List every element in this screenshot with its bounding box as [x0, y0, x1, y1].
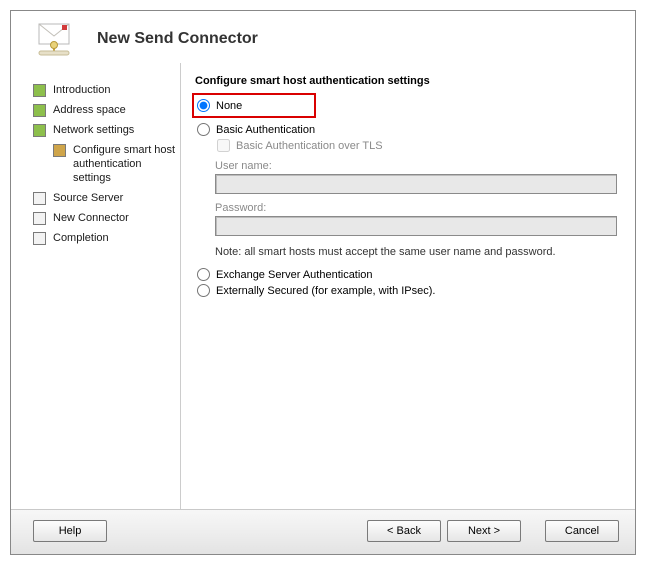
- checkbox-basic-tls: Basic Authentication over TLS: [215, 139, 617, 152]
- username-label: User name:: [215, 160, 617, 172]
- sidebar-item-address-space[interactable]: Address space: [33, 103, 176, 117]
- radio-label: Exchange Server Authentication: [216, 269, 373, 281]
- sidebar-item-label: New Connector: [53, 211, 129, 225]
- page-title: New Send Connector: [97, 30, 258, 48]
- sidebar-item-network-settings[interactable]: Network settings: [33, 123, 176, 137]
- checkbox-label: Basic Authentication over TLS: [236, 140, 383, 152]
- checkbox-basic-tls-input: [217, 139, 230, 152]
- username-field: [215, 174, 617, 194]
- step-pending-icon: [33, 212, 46, 225]
- step-pending-icon: [33, 232, 46, 245]
- sidebar-item-label: Configure smart host authentication sett…: [73, 143, 176, 185]
- sidebar-item-new-connector[interactable]: New Connector: [33, 211, 176, 225]
- radio-label: Basic Authentication: [216, 124, 315, 136]
- cancel-button[interactable]: Cancel: [545, 520, 619, 542]
- step-pending-icon: [33, 192, 46, 205]
- radio-basic[interactable]: Basic Authentication: [195, 123, 617, 136]
- sidebar-item-label: Address space: [53, 103, 126, 117]
- wizard-footer: Help < Back Next > Cancel: [11, 509, 635, 554]
- sidebar-item-label: Introduction: [53, 83, 110, 97]
- wizard-content: Configure smart host authentication sett…: [181, 63, 635, 509]
- highlight-box: None: [192, 93, 316, 118]
- wizard-dialog: New Send Connector Introduction Address …: [10, 10, 636, 555]
- radio-none[interactable]: None: [195, 99, 242, 112]
- section-title: Configure smart host authentication sett…: [195, 75, 617, 87]
- radio-exchange-input[interactable]: [197, 268, 210, 281]
- radio-external-input[interactable]: [197, 284, 210, 297]
- radio-exchange[interactable]: Exchange Server Authentication: [195, 268, 617, 281]
- sidebar-item-label: Source Server: [53, 191, 123, 205]
- back-button[interactable]: < Back: [367, 520, 441, 542]
- wizard-header: New Send Connector: [11, 11, 635, 63]
- step-done-icon: [33, 104, 46, 117]
- radio-external[interactable]: Externally Secured (for example, with IP…: [195, 284, 617, 297]
- password-field: [215, 216, 617, 236]
- help-button[interactable]: Help: [33, 520, 107, 542]
- radio-label: Externally Secured (for example, with IP…: [216, 285, 435, 297]
- radio-none-input[interactable]: [197, 99, 210, 112]
- next-button[interactable]: Next >: [447, 520, 521, 542]
- radio-label: None: [216, 100, 242, 112]
- wizard-sidebar: Introduction Address space Network setti…: [11, 63, 181, 509]
- radio-basic-input[interactable]: [197, 123, 210, 136]
- sidebar-item-label: Network settings: [53, 123, 134, 137]
- step-done-icon: [33, 124, 46, 137]
- sidebar-item-introduction[interactable]: Introduction: [33, 83, 176, 97]
- step-done-icon: [33, 84, 46, 97]
- sidebar-item-label: Completion: [53, 231, 109, 245]
- mail-icon: [33, 22, 73, 56]
- step-current-icon: [53, 144, 66, 157]
- password-label: Password:: [215, 202, 617, 214]
- note-text: Note: all smart hosts must accept the sa…: [215, 246, 617, 258]
- wizard-body: Introduction Address space Network setti…: [11, 63, 635, 509]
- sidebar-item-source-server[interactable]: Source Server: [33, 191, 176, 205]
- sidebar-item-completion[interactable]: Completion: [33, 231, 176, 245]
- sidebar-item-smart-host-auth[interactable]: Configure smart host authentication sett…: [53, 143, 176, 185]
